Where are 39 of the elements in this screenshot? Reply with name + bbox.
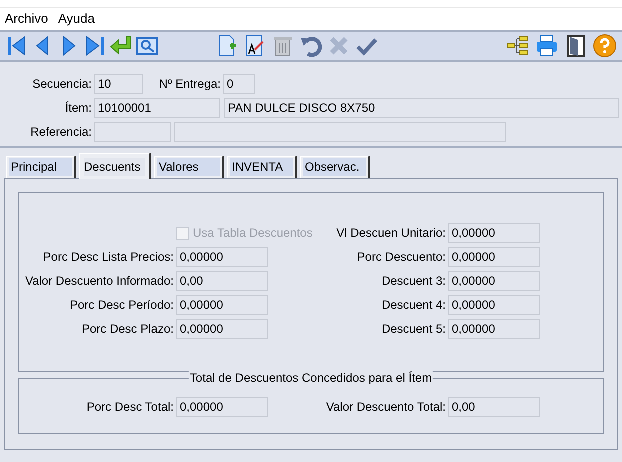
field-label: Porc Desc Total:: [86, 399, 175, 416]
tab[interactable]: INVENTA: [227, 156, 297, 178]
input-field[interactable]: 0: [223, 74, 255, 94]
field-label: Ítem:: [64, 100, 93, 117]
field-label: Valor Descuento Total:: [325, 399, 447, 416]
field-label: Descuent 4:: [380, 297, 447, 314]
input-field[interactable]: 0,00000: [176, 319, 268, 339]
tab[interactable]: Valores: [154, 156, 224, 178]
field-label: Porc Desc Plazo:: [80, 321, 175, 338]
input-field[interactable]: 0,00: [448, 397, 540, 417]
field-label: Porc Desc Período:: [68, 297, 175, 314]
input-field[interactable]: 10: [94, 74, 143, 94]
input-field[interactable]: 0,00000: [448, 319, 540, 339]
menu-item[interactable]: Ayuda: [58, 9, 95, 29]
tab[interactable]: Descuents: [79, 153, 151, 179]
field-label: Porc Desc Lista Precios:: [42, 249, 175, 266]
input-field[interactable]: 10100001: [94, 98, 220, 118]
field-label: Referencia:: [30, 124, 93, 141]
input-field[interactable]: 0,00000: [448, 247, 540, 267]
tab[interactable]: Observac.: [300, 156, 370, 178]
input-field[interactable]: 0,00000: [176, 397, 268, 417]
field-label: Descuent 3:: [380, 273, 447, 290]
field-label: Vl Descuen Unitario:: [336, 225, 447, 242]
input-field[interactable]: 0,00000: [176, 247, 268, 267]
input-field[interactable]: 0,00000: [448, 295, 540, 315]
checkbox-label: Usa Tabla Descuentos: [193, 225, 313, 242]
input-field[interactable]: 0,00000: [448, 271, 540, 291]
field-label: Porc Descuento:: [356, 249, 447, 266]
input-field[interactable]: 0,00: [176, 271, 268, 291]
menu-item[interactable]: Archivo: [5, 9, 48, 29]
field-label: Nº Entrega:: [158, 76, 222, 93]
field-label: Descuent 5:: [380, 321, 447, 338]
field-label: Secuencia:: [32, 76, 93, 93]
input-field[interactable]: 0,00000: [448, 223, 540, 243]
field-label: Valor Descuento Informado:: [24, 273, 175, 290]
input-field[interactable]: 0,00000: [176, 295, 268, 315]
input-field[interactable]: PAN DULCE DISCO 8X750: [224, 98, 619, 118]
group-title: Total de Descuentos Concedidos para el Ítem: [188, 371, 434, 385]
tab[interactable]: Principal: [6, 156, 76, 178]
